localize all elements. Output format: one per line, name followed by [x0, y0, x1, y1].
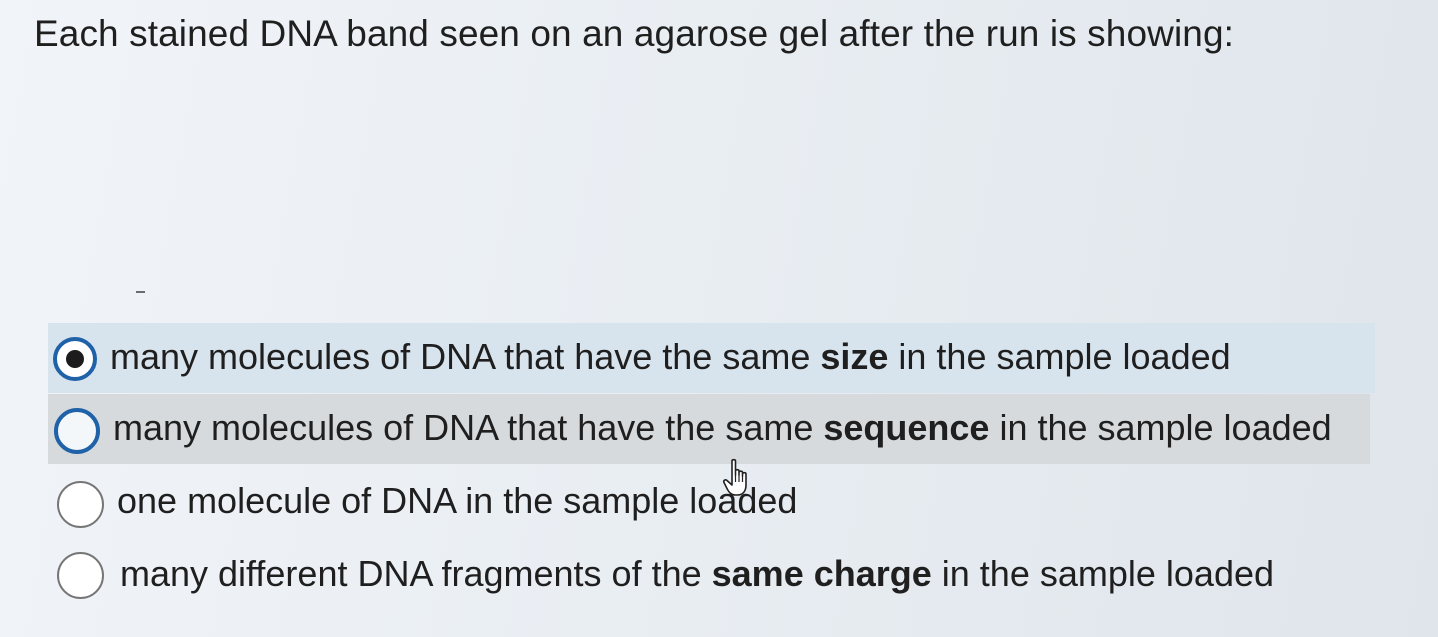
- radio-button[interactable]: [54, 408, 100, 454]
- radio-button-checked[interactable]: [53, 337, 97, 381]
- option-same-charge[interactable]: many different DNA fragments of the same…: [48, 538, 1348, 608]
- option-label-text-end: in the sample loaded: [989, 407, 1332, 448]
- option-label-text: many molecules of DNA that have the same: [113, 407, 824, 448]
- hand-pointer-icon: [722, 458, 747, 496]
- option-label-text: one molecule of DNA in the sample loaded: [117, 480, 798, 521]
- question-text: Each stained DNA band seen on an agarose…: [34, 13, 1234, 54]
- option-label: many different DNA fragments of the same…: [120, 551, 1274, 597]
- option-label-text: many different DNA fragments of the: [120, 553, 712, 594]
- option-label: one molecule of DNA in the sample loaded: [117, 478, 797, 524]
- option-sequence[interactable]: many molecules of DNA that have the same…: [48, 394, 1370, 464]
- option-label: many molecules of DNA that have the same…: [110, 334, 1231, 380]
- radio-dot-icon: [66, 350, 84, 368]
- option-label-text-end: in the sample loaded: [931, 553, 1275, 594]
- radio-button[interactable]: [57, 552, 104, 599]
- option-label-emphasis: sequence: [823, 407, 990, 448]
- option-size[interactable]: many molecules of DNA that have the same…: [48, 323, 1375, 393]
- option-label-text-end: in the sample loaded: [888, 336, 1231, 377]
- radio-button[interactable]: [57, 481, 104, 528]
- option-label-text: many molecules of DNA that have the same: [110, 336, 821, 377]
- option-label: many molecules of DNA that have the same…: [113, 405, 1332, 451]
- stray-dash-mark: [136, 291, 145, 293]
- option-label-emphasis: size: [820, 336, 889, 377]
- option-one-molecule[interactable]: one molecule of DNA in the sample loaded: [48, 467, 1348, 537]
- option-label-emphasis: same charge: [711, 553, 932, 594]
